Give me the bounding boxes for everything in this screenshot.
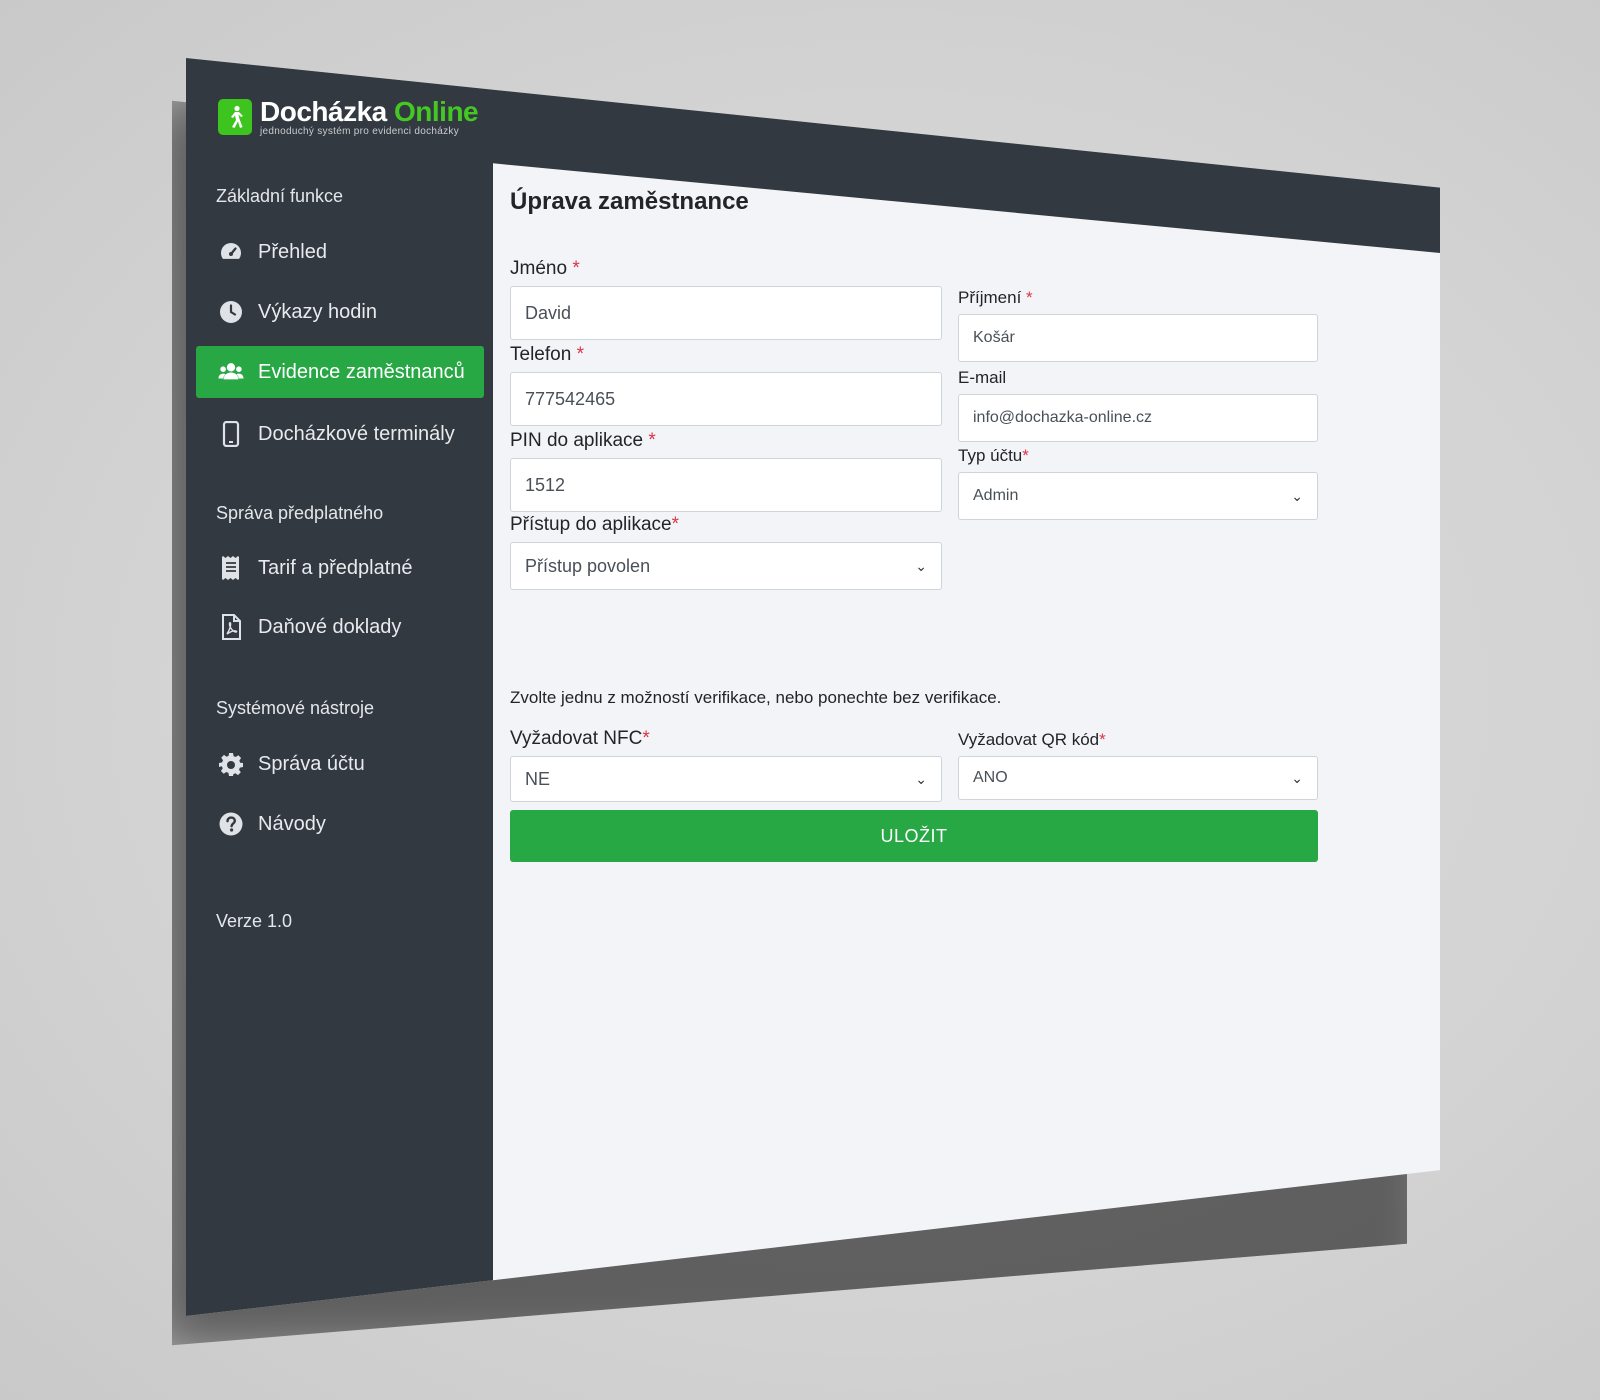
access-label: Přístup do aplikace*: [510, 514, 679, 535]
email-input[interactable]: info@dochazka-online.cz: [958, 394, 1318, 442]
pin-label: PIN do aplikace *: [510, 430, 656, 451]
first-name-group: Jméno * David: [510, 258, 942, 340]
account-type-select[interactable]: Admin ⌄: [958, 472, 1318, 520]
require-nfc-label: Vyžadovat NFC*: [510, 728, 650, 749]
brand-logo[interactable]: Docházka Online jednoduchý systém pro ev…: [218, 96, 479, 137]
sidebar-item-tarif[interactable]: Tarif a předplatné: [196, 542, 484, 594]
sidebar-item-label: Docházkové terminály: [258, 422, 455, 445]
pdf-icon: [218, 614, 244, 640]
sidebar-item-label: Správa účtu: [258, 752, 365, 775]
pin-group: PIN do aplikace * 1512: [510, 430, 942, 512]
top-navbar: [493, 58, 1440, 253]
require-nfc-select[interactable]: NE ⌄: [510, 756, 942, 802]
email-group: E-mail info@dochazka-online.cz: [958, 368, 1318, 442]
require-nfc-group: Vyžadovat NFC* NE ⌄: [510, 728, 942, 802]
require-qr-select[interactable]: ANO ⌄: [958, 756, 1318, 800]
chevron-down-icon: ⌄: [915, 770, 927, 787]
sidebar: Docházka Online jednoduchý systém pro ev…: [186, 58, 493, 1316]
brand-name: Docházka Online: [260, 96, 479, 127]
sidebar-item-prehled[interactable]: Přehled: [196, 226, 484, 278]
users-icon: [218, 359, 244, 385]
chevron-down-icon: ⌄: [1291, 487, 1303, 504]
account-type-group: Typ účtu* Admin ⌄: [958, 446, 1318, 520]
last-name-group: Příjmení * Košár: [958, 288, 1318, 362]
verification-help-text: Zvolte jednu z možností verifikace, nebo…: [510, 688, 1002, 707]
first-name-label: Jméno *: [510, 258, 580, 279]
sidebar-item-sprava-uctu[interactable]: Správa účtu: [196, 738, 484, 790]
app-screenshot: Docházka Online jednoduchý systém pro ev…: [172, 58, 1440, 1346]
email-label: E-mail: [958, 368, 1007, 387]
last-name-label: Příjmení *: [958, 288, 1033, 307]
chevron-down-icon: ⌄: [915, 557, 927, 574]
phone-input[interactable]: 777542465: [510, 372, 942, 426]
access-value: Přístup povolen: [525, 555, 651, 576]
pin-input[interactable]: 1512: [510, 458, 942, 512]
chevron-down-icon: ⌄: [1291, 769, 1303, 786]
sidebar-item-vykazy-hodin[interactable]: Výkazy hodin: [196, 286, 484, 338]
phone-group: Telefon * 777542465: [510, 344, 942, 426]
access-group: Přístup do aplikace* Přístup povolen ⌄: [510, 514, 942, 590]
app-window: Docházka Online jednoduchý systém pro ev…: [186, 58, 1440, 1316]
sidebar-item-dochazkove-terminaly[interactable]: Docházkové terminály: [196, 408, 484, 460]
gauge-icon: [218, 239, 244, 265]
require-nfc-value: NE: [525, 768, 551, 789]
save-button[interactable]: ULOŽIT: [510, 810, 1318, 862]
main-content: Úprava zaměstnance Jméno * David Příjmen…: [510, 188, 1430, 862]
first-name-input[interactable]: David: [510, 286, 942, 340]
walking-person-icon: [218, 98, 252, 135]
sidebar-item-label: Přehled: [258, 240, 327, 263]
sidebar-item-navody[interactable]: Návody: [196, 798, 484, 850]
access-select[interactable]: Přístup povolen ⌄: [510, 542, 942, 590]
section-label-tools: Systémové nástroje: [216, 698, 375, 718]
gear-icon: [218, 751, 244, 777]
brand-tagline: jednoduchý systém pro evidenci docházky: [260, 126, 460, 137]
receipt-icon: [218, 555, 244, 581]
require-qr-value: ANO: [973, 769, 1008, 786]
phone-label: Telefon *: [510, 344, 584, 365]
sidebar-item-label: Tarif a předplatné: [258, 556, 413, 579]
last-name-input[interactable]: Košár: [958, 314, 1318, 362]
account-type-value: Admin: [973, 487, 1019, 504]
require-qr-label: Vyžadovat QR kód*: [958, 730, 1106, 749]
sidebar-item-label: Evidence zaměstnanců: [258, 360, 465, 383]
clock-icon: [218, 299, 244, 325]
sidebar-item-danove-doklady[interactable]: Daňové doklady: [196, 601, 484, 653]
question-icon: [218, 811, 244, 837]
section-label-subscription: Správa předplatného: [216, 503, 384, 523]
account-type-label: Typ účtu*: [958, 446, 1029, 465]
page-title: Úprava zaměstnance: [510, 188, 749, 215]
sidebar-item-label: Návody: [258, 812, 326, 835]
sidebar-item-evidence-zamestnancu[interactable]: Evidence zaměstnanců: [196, 346, 484, 398]
sidebar-item-label: Daňové doklady: [258, 615, 402, 638]
section-label-basic: Základní funkce: [216, 186, 344, 206]
require-qr-group: Vyžadovat QR kód* ANO ⌄: [958, 730, 1318, 800]
phone-icon: [218, 421, 244, 447]
sidebar-item-label: Výkazy hodin: [258, 300, 377, 323]
app-version: Verze 1.0: [216, 911, 293, 931]
